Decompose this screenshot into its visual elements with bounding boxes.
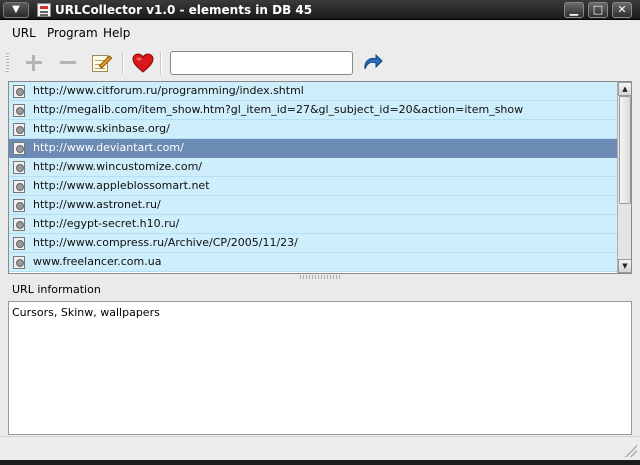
scroll-up-arrow-icon[interactable]: ▲	[618, 82, 631, 96]
url-item-text: www.freelancer.com.ua	[33, 255, 162, 268]
list-scrollbar[interactable]: ▲ ▼	[617, 82, 631, 273]
menu-url[interactable]: URL	[12, 26, 36, 40]
url-item-icon	[13, 123, 25, 136]
url-item-text: http://www.astronet.ru/	[33, 198, 161, 211]
list-item[interactable]: www.freelancer.com.ua	[9, 253, 617, 272]
title-bar: ▼ URLCollector v1.0 - elements in DB 45 …	[0, 0, 640, 20]
list-item[interactable]: http://egypt-secret.h10.ru/	[9, 215, 617, 234]
remove-button[interactable]	[56, 51, 80, 75]
url-item-icon	[13, 237, 25, 250]
url-input[interactable]	[170, 51, 353, 75]
url-list: http://www.citforum.ru/programming/index…	[8, 81, 632, 274]
list-item[interactable]: http://www.astronet.ru/	[9, 196, 617, 215]
menu-help[interactable]: Help	[103, 26, 130, 40]
app-window: ▼ URLCollector v1.0 - elements in DB 45 …	[0, 0, 640, 465]
favorite-button[interactable]	[131, 51, 155, 75]
window-menu-button[interactable]: ▼	[3, 2, 29, 18]
list-item[interactable]: http://www.skinbase.org/	[9, 120, 617, 139]
list-item[interactable]: http://www.citforum.ru/programming/index…	[9, 82, 617, 101]
url-item-icon	[13, 104, 25, 117]
url-item-text: http://www.appleblossomart.net	[33, 179, 210, 192]
url-item-text: http://www.deviantart.com/	[33, 141, 184, 154]
info-text-area[interactable]: Cursors, Skinw, wallpapers	[8, 301, 632, 435]
url-item-text: http://www.wincustomize.com/	[33, 160, 203, 173]
url-item-text: http://www.compress.ru/Archive/CP/2005/1…	[33, 236, 298, 249]
minimize-button[interactable]: ▁	[564, 2, 584, 18]
url-item-icon	[13, 142, 25, 155]
scroll-thumb[interactable]	[619, 96, 631, 204]
menu-bar: URL Program Help	[0, 21, 640, 45]
info-text: Cursors, Skinw, wallpapers	[12, 306, 160, 319]
info-label: URL information	[12, 283, 101, 296]
list-item[interactable]: http://www.wincustomize.com/	[9, 158, 617, 177]
list-item-selected[interactable]: http://www.deviantart.com/	[9, 139, 617, 158]
close-button[interactable]: ✕	[612, 2, 632, 18]
url-item-text: http://egypt-secret.h10.ru/	[33, 217, 180, 230]
favorite-heart-icon	[132, 53, 154, 73]
resize-grip-icon[interactable]	[625, 445, 637, 457]
status-bar	[0, 436, 640, 460]
url-item-icon	[13, 85, 25, 98]
url-item-icon	[13, 199, 25, 212]
window-bottom-border	[0, 460, 640, 465]
app-icon	[37, 3, 51, 17]
url-item-icon	[13, 161, 25, 174]
toolbar	[0, 45, 640, 81]
url-item-icon	[13, 180, 25, 193]
add-button[interactable]	[22, 51, 46, 75]
window-title: URLCollector v1.0 - elements in DB 45	[55, 3, 313, 17]
pane-splitter-handle[interactable]	[300, 275, 340, 279]
toolbar-separator	[122, 52, 124, 74]
url-item-icon	[13, 256, 25, 269]
url-item-text: http://www.skinbase.org/	[33, 122, 170, 135]
url-item-text: http://megalib.com/item_show.htm?gl_item…	[33, 103, 524, 116]
scroll-down-arrow-icon[interactable]: ▼	[618, 259, 631, 273]
url-item-icon	[13, 218, 25, 231]
maximize-button[interactable]: □	[588, 2, 608, 18]
info-header: URL information	[8, 280, 632, 301]
go-button[interactable]	[360, 51, 384, 75]
toolbar-grip	[6, 53, 9, 73]
toolbar-separator	[160, 52, 162, 74]
go-arrow-icon	[364, 53, 383, 70]
list-item[interactable]: http://megalib.com/item_show.htm?gl_item…	[9, 101, 617, 120]
list-item[interactable]: http://www.compress.ru/Archive/CP/2005/1…	[9, 234, 617, 253]
url-item-text: http://www.citforum.ru/programming/index…	[33, 84, 304, 97]
list-item[interactable]: http://www.appleblossomart.net	[9, 177, 617, 196]
edit-button[interactable]	[89, 51, 113, 75]
menu-program[interactable]: Program	[47, 26, 98, 40]
